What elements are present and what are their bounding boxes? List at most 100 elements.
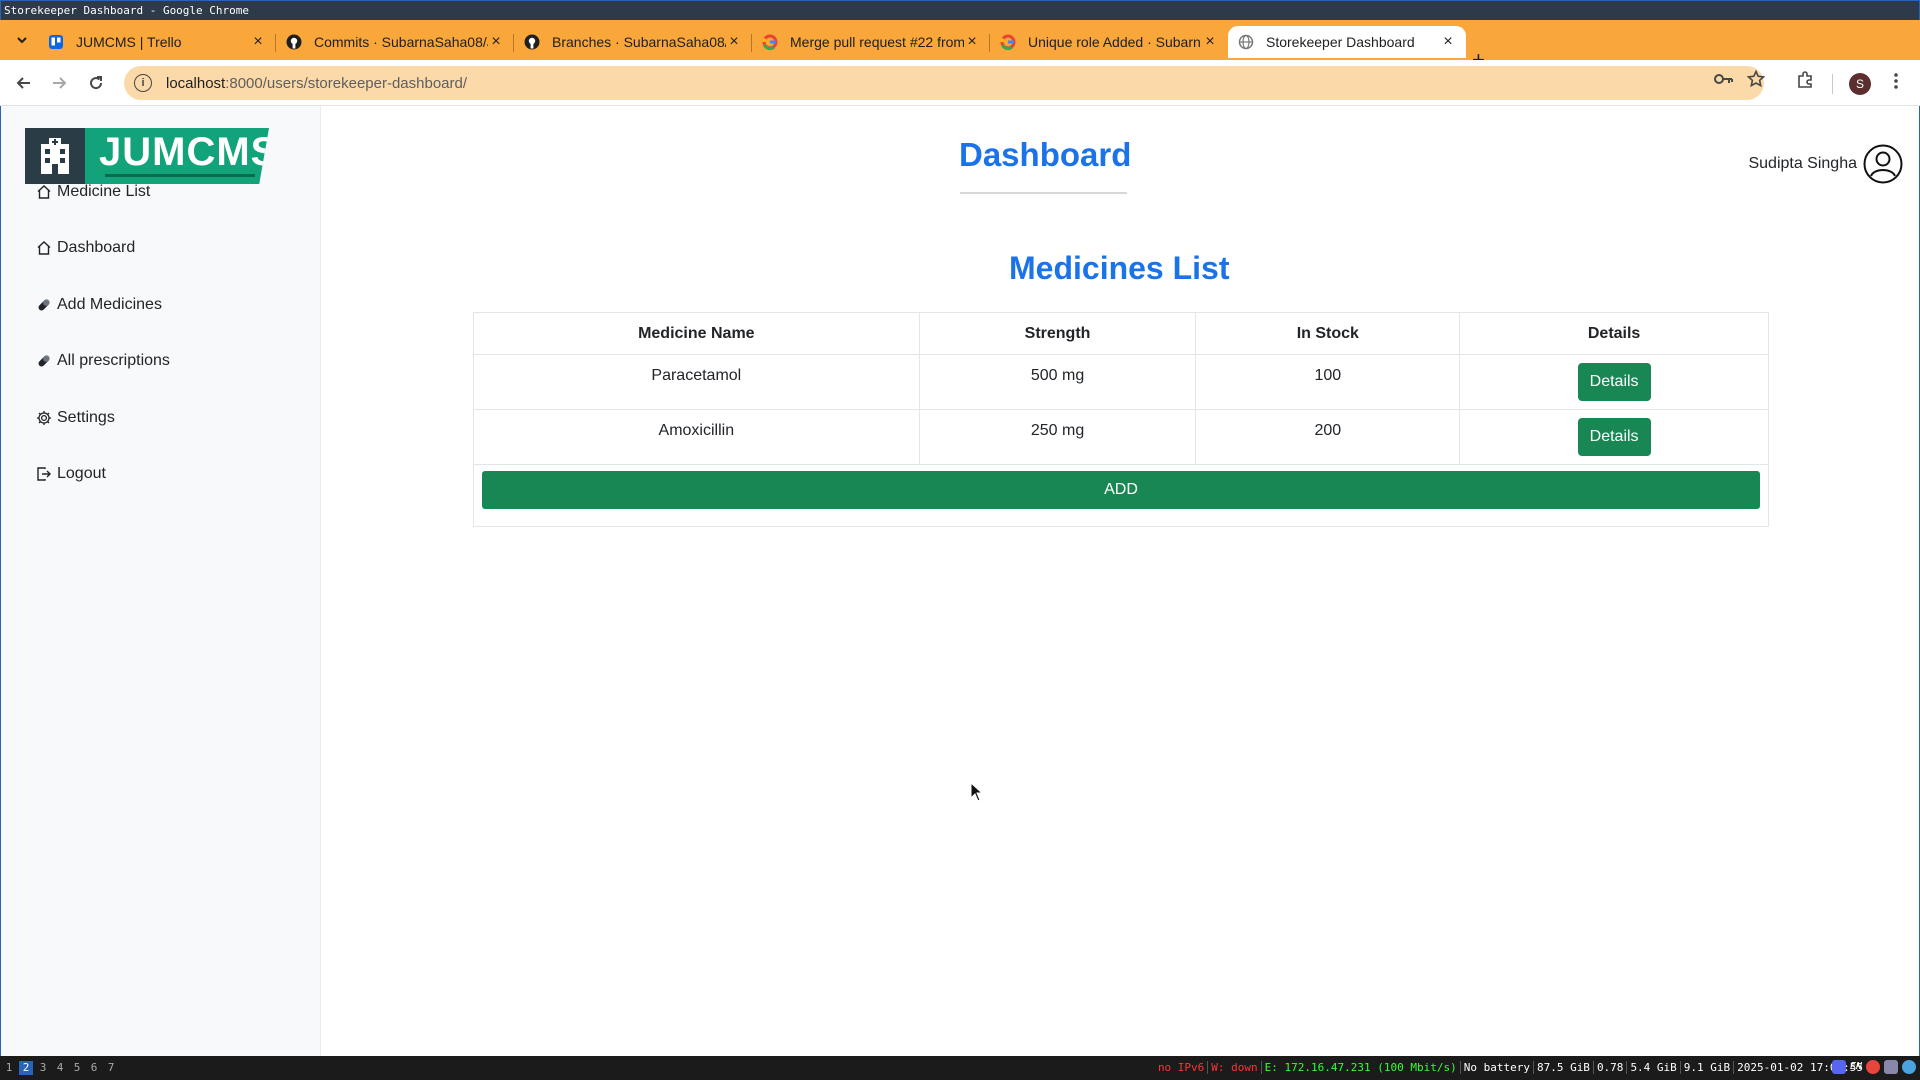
browser-tab[interactable]: Unique role Added · Subarn × — [990, 26, 1228, 58]
address-bar[interactable]: i localhost:8000/users/storekeeper-dashb… — [124, 66, 1764, 100]
browser-tab[interactable]: Branches · SubarnaSaha08/J × — [514, 26, 752, 58]
medicine-name-cell: Amoxicillin — [473, 409, 920, 465]
details-button[interactable]: Details — [1577, 363, 1651, 401]
tab-title: Merge pull request #22 from — [790, 34, 964, 50]
trello-icon — [48, 34, 64, 50]
column-header: In Stock — [1195, 312, 1461, 355]
hospital-building-icon — [25, 128, 85, 184]
system-tray: EN — [1831, 1060, 1916, 1074]
user-circle-icon — [1863, 144, 1903, 184]
sidebar-item-label: Logout — [57, 465, 106, 482]
page-title: Dashboard — [959, 136, 1132, 173]
back-button[interactable] — [12, 71, 36, 95]
table-row: Paracetamol 500 mg 100 Details — [473, 354, 1769, 410]
close-tab-icon[interactable]: × — [1202, 33, 1218, 51]
workspace-button[interactable]: 5 — [70, 1061, 84, 1075]
tab-separator — [989, 34, 990, 52]
close-tab-icon[interactable]: × — [1440, 33, 1456, 51]
extensions-icon[interactable] — [1796, 71, 1814, 94]
details-cell: Details — [1459, 409, 1769, 465]
details-button[interactable]: Details — [1577, 418, 1651, 456]
workspace-button[interactable]: 4 — [53, 1061, 67, 1075]
bookmark-star-icon[interactable] — [1746, 69, 1766, 93]
sidebar-item-label: Medicine List — [57, 183, 151, 200]
forward-arrow-icon — [53, 77, 67, 89]
sidebar-item-add-medicines[interactable]: Add Medicines — [35, 293, 162, 317]
user-menu[interactable]: Sudipta Singha — [1748, 144, 1903, 184]
tab-search-button[interactable] — [10, 28, 34, 52]
logo-text: JUMCMS — [99, 130, 279, 174]
close-tab-icon[interactable]: × — [964, 33, 980, 51]
workspace-button[interactable]: 2 — [19, 1061, 33, 1075]
browser-tab[interactable]: Commits · SubarnaSaha08/J × — [276, 26, 514, 58]
url-text: localhost:8000/users/storekeeper-dashboa… — [166, 74, 468, 92]
tab-separator — [513, 34, 514, 52]
sidebar-item-settings[interactable]: Settings — [35, 406, 115, 430]
tab-title: Unique role Added · Subarn — [1028, 34, 1201, 50]
close-tab-icon[interactable]: × — [488, 33, 504, 51]
reload-icon — [90, 76, 103, 90]
globe-icon — [1238, 34, 1254, 50]
system-status-bar: 1234567 no IPv6 W: down E: 172.16.47.231 (… — [0, 1056, 1920, 1080]
password-key-icon[interactable] — [1714, 72, 1734, 91]
close-tab-icon[interactable]: × — [726, 33, 742, 51]
strength-cell: 500 mg — [918, 354, 1197, 410]
sidebar-item-dashboard[interactable]: Dashboard — [35, 236, 135, 260]
jumcms-logo[interactable]: JUMCMS — [25, 128, 269, 184]
house-icon — [35, 183, 53, 201]
browser-tab[interactable]: JUMCMS | Trello × — [38, 26, 276, 58]
column-header: Details — [1459, 312, 1769, 355]
logo-tagline-bar — [105, 174, 255, 177]
chrome-menu-icon[interactable] — [1893, 72, 1899, 95]
sidebar-item-logout[interactable]: Logout — [35, 462, 106, 486]
status-item: 87.5 GiB — [1532, 1061, 1593, 1074]
status-item: W: down — [1207, 1061, 1260, 1074]
tab-title: Branches · SubarnaSaha08/J — [552, 34, 726, 50]
site-info-icon[interactable]: i — [134, 74, 152, 92]
medicines-list-title: Medicines List — [1009, 250, 1230, 286]
status-item: 5.4 GiB — [1626, 1061, 1679, 1074]
workspace-button[interactable]: 1 — [2, 1061, 16, 1075]
logout-icon — [35, 465, 53, 483]
user-name: Sudipta Singha — [1748, 155, 1857, 172]
tab-title: Commits · SubarnaSaha08/J — [314, 34, 488, 50]
browser-toolbar: i localhost:8000/users/storekeeper-dashb… — [0, 60, 1920, 106]
workspace-button[interactable]: 3 — [36, 1061, 50, 1075]
status-item: no IPv6 — [1157, 1061, 1205, 1074]
sidebar: JUMCMS Medicine List Dashboard Add Medicin… — [1, 106, 321, 1056]
google-icon — [1000, 34, 1016, 50]
chrome-tray-icon[interactable] — [1866, 1060, 1880, 1074]
browser-tab[interactable]: Storekeeper Dashboard × — [1228, 26, 1466, 58]
toolbar-divider — [1832, 74, 1833, 94]
sidebar-item-medicine-list[interactable]: Medicine List — [35, 180, 150, 204]
status-item: E: 172.16.47.231 (100 Mbit/s) — [1260, 1061, 1460, 1074]
stock-cell: 200 — [1195, 409, 1461, 465]
browser-tab[interactable]: Merge pull request #22 from × — [752, 26, 990, 58]
title-divider — [960, 192, 1127, 194]
app-tray-icon[interactable] — [1902, 1060, 1916, 1074]
mouse-cursor-icon — [970, 782, 984, 802]
status-item: 9.1 GiB — [1679, 1061, 1733, 1074]
status-item: No battery — [1459, 1061, 1533, 1074]
capsule-icon — [35, 352, 53, 370]
table-row: Amoxicillin 250 mg 200 Details — [473, 409, 1769, 465]
add-medicine-button[interactable]: ADD — [482, 471, 1760, 509]
google-icon — [762, 34, 778, 50]
workspace-button[interactable]: 7 — [104, 1061, 118, 1075]
close-tab-icon[interactable]: × — [250, 33, 266, 51]
github-icon — [524, 34, 540, 50]
column-header: Strength — [918, 312, 1197, 355]
profile-avatar[interactable]: S — [1849, 73, 1871, 95]
medicines-table-card: Medicine Name Strength In Stock Details Par… — [473, 312, 1769, 527]
forward-button[interactable] — [47, 71, 71, 95]
sidebar-item-all-prescriptions[interactable]: All prescriptions — [35, 349, 170, 373]
sidebar-item-label: All prescriptions — [57, 352, 170, 369]
network-tray-icon[interactable] — [1884, 1060, 1898, 1074]
reload-button[interactable] — [84, 71, 108, 95]
tab-strip: JUMCMS | Trello × Commits · SubarnaSaha08/… — [0, 20, 1920, 72]
discord-icon[interactable] — [1831, 1060, 1846, 1074]
house-icon — [35, 239, 53, 257]
workspace-button[interactable]: 6 — [87, 1061, 101, 1075]
chevron-down-icon — [17, 37, 27, 44]
window-title: Storekeeper Dashboard - Google Chrome — [0, 0, 1920, 20]
